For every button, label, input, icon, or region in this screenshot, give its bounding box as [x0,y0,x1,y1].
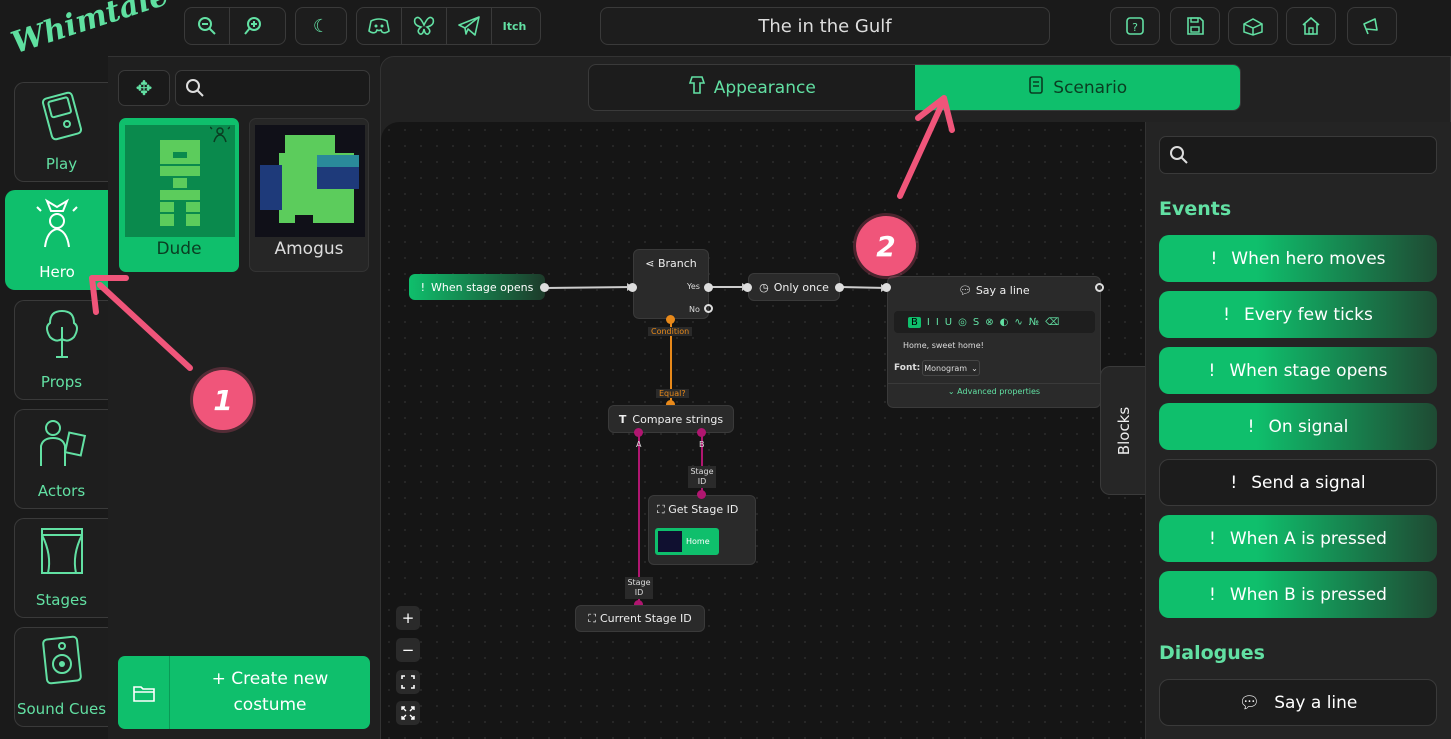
annotation-badge-1: 1 [193,370,253,430]
annotation-badge-2: 2 [856,216,916,276]
